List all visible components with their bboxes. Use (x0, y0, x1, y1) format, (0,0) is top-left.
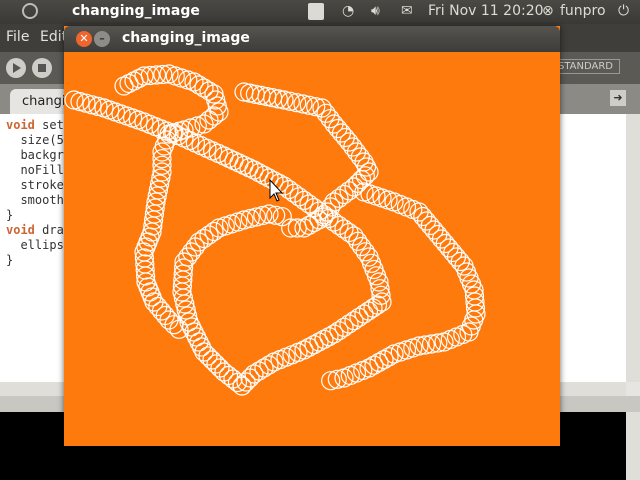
active-window-title: changing_image (72, 3, 200, 19)
keyboard-layout-icon[interactable] (308, 3, 324, 20)
code-line: smooth (6, 193, 64, 207)
tab-label: changi (22, 94, 66, 109)
play-icon (13, 63, 21, 73)
code-line: size(50 (6, 133, 72, 147)
tab-menu-arrow-icon[interactable]: ➜ (610, 90, 626, 106)
user-name[interactable]: funpro (560, 3, 606, 19)
power-icon[interactable]: ⏻ (618, 3, 629, 19)
code-line: } (6, 208, 14, 222)
clock-label[interactable]: Fri Nov 11 20:20 (428, 3, 544, 19)
editor-vertical-scrollbar[interactable] (626, 114, 640, 382)
stop-icon (38, 64, 46, 72)
user-icon[interactable]: ⊗ (542, 3, 554, 19)
sketch-titlebar[interactable]: ✕ – changing_image (64, 26, 560, 52)
code-line: } (6, 253, 14, 267)
code-line: void set (6, 118, 64, 132)
minimize-icon[interactable]: – (94, 31, 110, 47)
code-line: ellips (6, 238, 64, 252)
stop-button[interactable] (32, 58, 52, 78)
sketch-window: ✕ – changing_image (64, 26, 560, 446)
sketch-window-title: changing_image (122, 30, 250, 46)
code-line: noFill (6, 163, 64, 177)
code-line: backgro (6, 148, 72, 162)
top-panel: changing_image ◔ 🔊︎ ✉ Fri Nov 11 20:20 ⊗… (0, 0, 640, 24)
code-line: stroke (6, 178, 64, 192)
run-button[interactable] (6, 58, 26, 78)
sketch-canvas[interactable] (64, 52, 560, 446)
mail-icon[interactable]: ✉ (401, 3, 413, 19)
mode-selector[interactable]: STANDARD (550, 59, 620, 74)
console-scrollbar[interactable] (626, 412, 640, 480)
volume-icon[interactable]: 🔊︎ (371, 3, 380, 19)
ubuntu-logo-icon[interactable] (22, 3, 38, 19)
menu-file[interactable]: File (6, 29, 29, 45)
close-icon[interactable]: ✕ (76, 31, 92, 47)
wifi-icon[interactable]: ◔ (342, 3, 354, 19)
code-line: void dra (6, 223, 64, 237)
